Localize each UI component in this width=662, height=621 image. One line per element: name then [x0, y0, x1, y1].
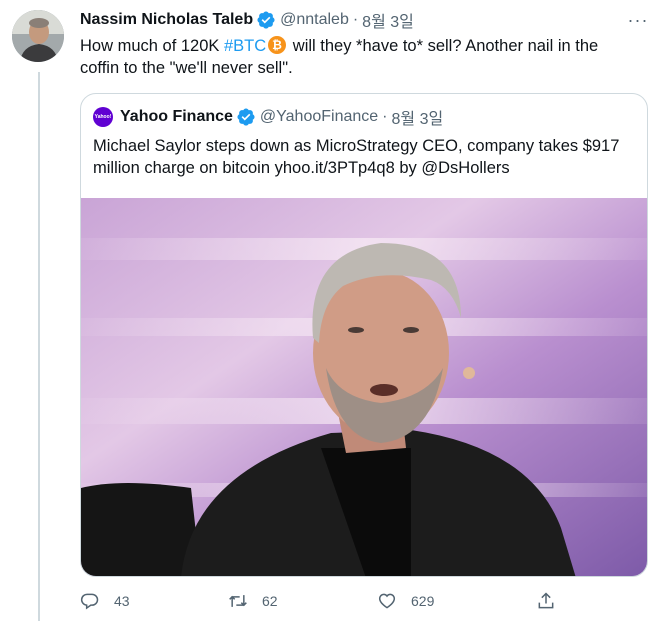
share-button[interactable] — [536, 588, 556, 614]
quoted-tweet-photo[interactable] — [81, 198, 647, 576]
separator-dot: · — [382, 108, 388, 125]
quoted-tweet-text: Michael Saylor steps down as MicroStrate… — [93, 137, 620, 177]
quoted-tweet-header: Yahoo! Yahoo Finance @YahooFinance · 8월 … — [93, 106, 443, 128]
reply-icon — [80, 593, 99, 610]
share-icon — [538, 592, 554, 609]
tweet-actions: 43 62 629 — [80, 588, 580, 614]
retweet-icon — [229, 595, 247, 607]
separator-dot: · — [352, 11, 359, 28]
svg-text:₿: ₿ — [272, 38, 282, 52]
quoted-tweet-date[interactable]: 8월 3일 — [392, 105, 444, 129]
tweet-text: How much of 120K #BTC ₿ will they *have t… — [80, 35, 640, 79]
verified-icon — [257, 11, 275, 29]
tweet-text-start: How much of 120K — [80, 37, 224, 55]
quoted-tweet[interactable]: Yahoo! Yahoo Finance @YahooFinance · 8월 … — [80, 93, 648, 577]
like-icon — [378, 593, 396, 609]
like-button[interactable]: 629 — [377, 588, 434, 614]
retweet-count: 62 — [262, 593, 278, 609]
tweet[interactable]: Nassim Nicholas Taleb @nntaleb · 8월 3일 ·… — [0, 0, 662, 621]
quoted-author-name[interactable]: Yahoo Finance — [120, 108, 233, 126]
reply-button[interactable]: 43 — [80, 588, 130, 614]
quoted-author-avatar[interactable]: Yahoo! — [93, 107, 113, 127]
hashtag-link[interactable]: #BTC — [224, 37, 266, 55]
reply-count: 43 — [114, 593, 130, 609]
author-name[interactable]: Nassim Nicholas Taleb — [80, 11, 253, 29]
author-handle[interactable]: @nntaleb — [280, 11, 349, 29]
like-count: 629 — [411, 593, 435, 609]
quoted-author-handle[interactable]: @YahooFinance — [260, 108, 378, 126]
verified-icon — [237, 108, 255, 126]
tweet-header: Nassim Nicholas Taleb @nntaleb · 8월 3일 — [80, 9, 414, 31]
thread-line — [38, 72, 40, 621]
tweet-date[interactable]: 8월 3일 — [362, 8, 414, 32]
author-avatar[interactable] — [12, 10, 64, 62]
retweet-button[interactable]: 62 — [228, 588, 278, 614]
more-icon[interactable]: ··· — [626, 10, 650, 30]
bitcoin-icon: ₿ — [268, 36, 287, 54]
